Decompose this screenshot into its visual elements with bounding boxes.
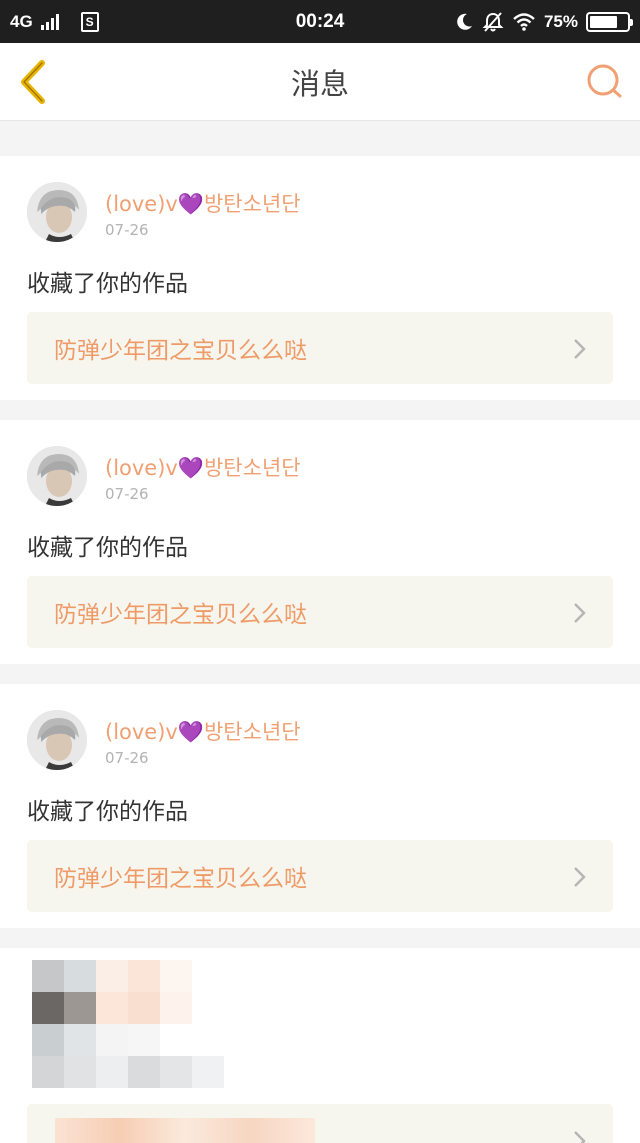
nav-header: 消息	[0, 43, 640, 121]
chevron-right-icon	[574, 603, 586, 623]
work-link[interactable]: 防弹少年团之宝贝么么哒	[27, 312, 613, 384]
moon-icon	[457, 13, 472, 30]
message-card-pixelated	[0, 948, 640, 1143]
work-link[interactable]: 防弹少年团之宝贝么么哒	[27, 576, 613, 648]
action-text: 收藏了你的作品	[27, 535, 188, 561]
username[interactable]: (love)v💜방탄소년단	[105, 188, 301, 218]
message-date: 07-26	[105, 749, 149, 767]
sim-icon: S	[80, 11, 99, 32]
message-date: 07-26	[105, 485, 149, 503]
bell-off-icon	[482, 11, 504, 32]
chevron-left-icon[interactable]	[14, 57, 54, 107]
avatar[interactable]	[27, 446, 87, 506]
page-title: 消息	[290, 66, 349, 101]
battery-percent: 75%	[543, 11, 578, 31]
work-title: 防弹少年团之宝贝么么哒	[54, 602, 307, 628]
wifi-icon	[513, 12, 535, 31]
status-bar: 4G S 00:24 75%	[0, 0, 640, 43]
action-text: 收藏了你的作品	[27, 271, 188, 297]
message-card: (love)v💜방탄소년단 07-26 收藏了你的作品 防弹少年团之宝贝么么哒	[0, 420, 640, 664]
search-icon[interactable]	[584, 61, 626, 103]
work-title: 防弹少年团之宝贝么么哒	[54, 866, 307, 892]
action-text: 收藏了你的作品	[27, 799, 188, 825]
username[interactable]: (love)v💜방탄소년단	[105, 716, 301, 746]
work-title: 防弹少年团之宝贝么么哒	[54, 338, 307, 364]
battery-level	[590, 15, 617, 28]
avatar[interactable]	[27, 182, 87, 242]
message-card: (love)v💜방탄소년단 07-26 收藏了你的作品 防弹少年团之宝贝么么哒	[0, 156, 640, 400]
chevron-right-icon	[574, 1131, 586, 1143]
username[interactable]: (love)v💜방탄소년단	[105, 452, 301, 482]
signal-icon	[40, 13, 59, 30]
chevron-right-icon	[574, 339, 586, 359]
battery-icon	[586, 11, 633, 32]
pixelated-content	[0, 948, 640, 1143]
work-link[interactable]: 防弹少年团之宝贝么么哒	[27, 840, 613, 912]
message-date: 07-26	[105, 221, 149, 239]
chevron-right-icon	[574, 867, 586, 887]
avatar[interactable]	[27, 710, 87, 770]
message-card: (love)v💜방탄소년단 07-26 收藏了你的作品 防弹少年团之宝贝么么哒	[0, 684, 640, 928]
network-type: 4G	[10, 11, 33, 31]
